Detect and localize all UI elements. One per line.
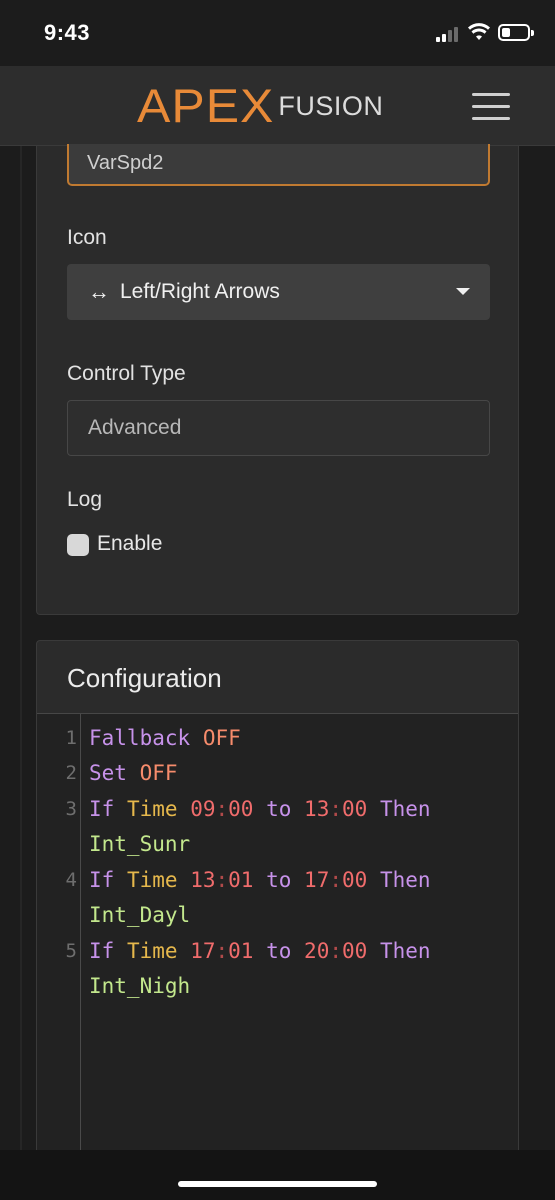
cellular-signal-icon: [436, 26, 462, 42]
line-number: 3: [65, 798, 77, 820]
control-type-field: Advanced: [67, 400, 490, 456]
code-editor[interactable]: 1 2 3 4 5 Fallback OFF Set OFF If Time 0…: [37, 714, 518, 1161]
apex-fusion-logo[interactable]: APEX FUSION: [137, 79, 384, 133]
control-type-label: Control Type: [67, 362, 186, 385]
page-gutter: [20, 146, 22, 1150]
name-input[interactable]: VarSpd2: [67, 144, 490, 186]
configuration-header: Configuration: [37, 641, 518, 714]
logo-apex: APEX: [137, 79, 275, 133]
battery-icon: [498, 24, 534, 41]
icon-label: Icon: [67, 226, 107, 249]
left-right-arrows-icon: ↔: [88, 279, 110, 304]
bottom-bar: [0, 1150, 555, 1200]
line-number-gutter: 1 2 3 4 5: [37, 714, 81, 1161]
code-line-wrap: Int_Nigh: [89, 974, 191, 998]
home-indicator[interactable]: [178, 1181, 377, 1187]
logo-fusion: FUSION: [278, 90, 384, 121]
line-number: 5: [65, 940, 77, 962]
log-enable-checkbox[interactable]: [67, 534, 89, 556]
line-number: 1: [65, 727, 77, 749]
icon-select[interactable]: ↔ Left/Right Arrows: [67, 264, 490, 320]
code-line-wrap: Int_Dayl: [89, 903, 191, 927]
hamburger-menu-icon[interactable]: [472, 90, 510, 122]
code-line: If Time 09:00 to 13:00 Then: [89, 797, 431, 821]
status-bar: 9:43: [0, 0, 555, 66]
line-number: 2: [65, 762, 77, 784]
top-navbar: APEX FUSION: [0, 66, 555, 146]
wifi-icon: [468, 23, 490, 40]
enable-label: Enable: [97, 532, 163, 555]
code-line: Set OFF: [89, 761, 178, 785]
configuration-title: Configuration: [67, 663, 222, 693]
output-settings-panel: VarSpd2 Icon ↔ Left/Right Arrows Control…: [36, 144, 519, 615]
code-line: If Time 13:01 to 17:00 Then: [89, 868, 431, 892]
code-line: If Time 17:01 to 20:00 Then: [89, 939, 431, 963]
code-line: Fallback OFF: [89, 726, 241, 750]
log-label: Log: [67, 488, 103, 511]
configuration-panel: Configuration 1 2 3 4 5 Fallback OFF Set…: [36, 640, 519, 1161]
code-line-wrap: Int_Sunr: [89, 832, 191, 856]
icon-select-value: Left/Right Arrows: [120, 280, 280, 303]
line-number: 4: [65, 869, 77, 891]
chevron-down-icon: [456, 288, 470, 295]
status-time: 9:43: [44, 20, 91, 45]
